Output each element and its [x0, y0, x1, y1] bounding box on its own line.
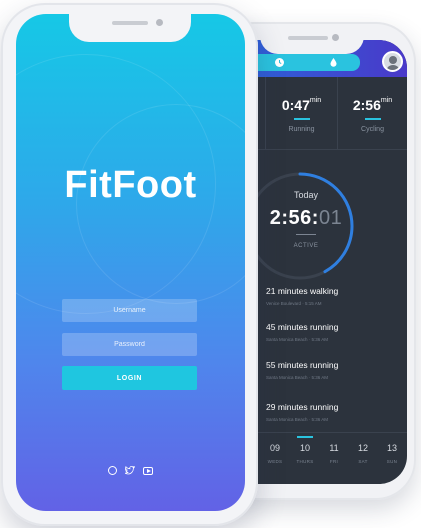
stat-running-label: Running [288, 126, 315, 133]
clock-icon[interactable] [274, 57, 285, 68]
activity-title: 55 minutes running [266, 360, 339, 370]
speaker-grille [112, 21, 148, 25]
activity-title: 29 minutes running [266, 402, 339, 412]
youtube-icon[interactable] [143, 467, 154, 475]
summary-status: ACTIVE [293, 243, 319, 249]
stat-running-unit: min [309, 97, 322, 104]
summary-time-main: 2:56: [269, 207, 319, 229]
password-field[interactable] [62, 333, 197, 356]
day-item[interactable]: 11 FRI [321, 443, 347, 464]
social-links [16, 462, 245, 480]
stat-cycling: 2:56min Cycling [337, 77, 407, 149]
activity-title: 45 minutes running [266, 322, 339, 332]
back-phone-screen: 0:47min Running 2:56min Cycling Today 2:… [256, 40, 407, 484]
login-button[interactable]: LOGIN [62, 366, 197, 390]
list-item[interactable]: 55 minutes running Santa Monica Beach · … [266, 360, 406, 380]
stat-cycling-value: 2:56 [352, 97, 381, 113]
day-item[interactable]: 09 WEDS [262, 443, 288, 464]
stat-running-underline [294, 118, 310, 120]
drop-icon[interactable] [328, 57, 339, 68]
login-screen: FitFoot LOGIN [16, 14, 245, 511]
day-picker: 09 WEDS 10 THURS 11 FRI 12 SAT 13 SUN [256, 432, 407, 484]
avatar[interactable] [382, 51, 403, 72]
app-logo: FitFoot [64, 164, 197, 206]
summary-separator [296, 234, 316, 235]
stat-cycling-label: Cycling [361, 126, 384, 133]
summary-label: Today [293, 190, 319, 200]
list-item[interactable]: 45 minutes running Santa Monica Beach · … [266, 322, 406, 342]
showcase-stage: 0:47min Running 2:56min Cycling Today 2:… [0, 0, 421, 528]
activity-subtitle: Santa Monica Beach · 5:36 AM [266, 417, 329, 422]
stat-cycling-underline [365, 118, 381, 120]
list-item[interactable]: 29 minutes running Santa Monica Beach · … [266, 402, 406, 422]
day-item[interactable]: 13 SUN [379, 443, 405, 464]
back-phone-notch [260, 30, 364, 54]
camera-lens [156, 19, 163, 26]
stat-running-value: 0:47 [281, 97, 310, 113]
summary-time-seconds: 01 [318, 207, 343, 229]
dashboard-tabbar [256, 54, 360, 71]
stat-cycling-unit: min [380, 97, 393, 104]
dribbble-icon[interactable] [107, 466, 117, 475]
front-phone-notch [69, 14, 191, 42]
stats-divider [256, 149, 407, 150]
twitter-icon[interactable] [123, 465, 135, 476]
activity-subtitle: Venice Boulevard · 5:15 AM [266, 301, 322, 306]
stat-running: 0:47min Running [265, 77, 337, 149]
activity-title: 21 minutes walking [266, 286, 339, 296]
selected-day-marker [297, 436, 313, 438]
speaker-grille [288, 36, 328, 40]
camera-lens [332, 34, 339, 41]
activity-subtitle: Santa Monica Beach · 5:36 AM [266, 337, 329, 342]
list-item[interactable]: 21 minutes walking Venice Boulevard · 5:… [266, 286, 406, 306]
summary-time: 2:56:01 [266, 207, 346, 230]
username-field[interactable] [62, 299, 197, 322]
day-item-selected[interactable]: 10 THURS [292, 443, 318, 464]
day-item[interactable]: 12 SAT [350, 443, 376, 464]
stats-row: 0:47min Running 2:56min Cycling [256, 77, 407, 149]
activity-subtitle: Santa Monica Beach · 5:36 AM [266, 375, 329, 380]
